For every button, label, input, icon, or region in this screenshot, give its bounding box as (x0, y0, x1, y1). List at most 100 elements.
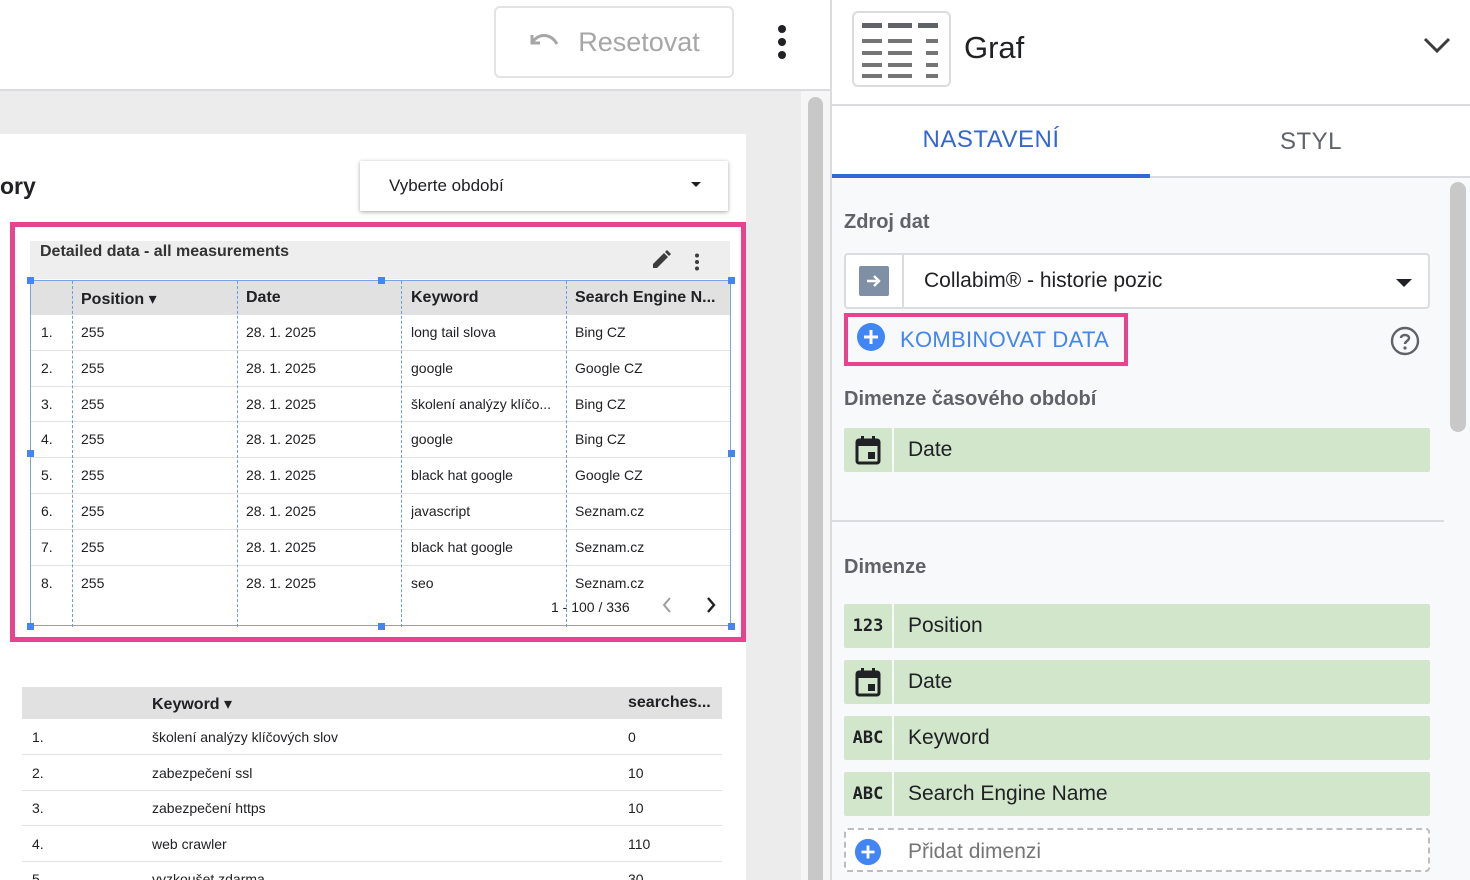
table-row[interactable]: 2. 255 28. 1. 2025 google Google CZ (31, 351, 730, 387)
cell-keyword: black hat google (411, 467, 513, 484)
data-source-select[interactable]: Collabim® - historie pozic (844, 253, 1430, 309)
table-row[interactable]: 2. zabezpečení ssl 10 (22, 755, 722, 791)
dimension-label: Date (908, 670, 953, 693)
cell-keyword: web crawler (152, 835, 227, 852)
table-row[interactable]: 7. 255 28. 1. 2025 black hat google Seznam.c… (31, 530, 730, 566)
cell-keyword: zabezpečení https (152, 800, 266, 817)
column-header-position[interactable]: Position ▾ (81, 289, 157, 309)
row-number: 3. (32, 800, 44, 817)
column-guide (237, 281, 238, 627)
scrollbar-thumb[interactable] (1450, 182, 1466, 432)
row-number: 1. (41, 324, 53, 340)
table-row[interactable]: 6. 255 28. 1. 2025 javascript Seznam.cz (31, 494, 730, 530)
resize-handle[interactable] (728, 623, 735, 630)
sort-desc-icon: ▾ (224, 696, 233, 713)
table-row[interactable]: 4. 255 28. 1. 2025 google Bing CZ (31, 422, 730, 459)
cell-keyword: javascript (411, 503, 471, 519)
row-number: 6. (41, 503, 53, 519)
cell-keyword: zabezpečení ssl (152, 764, 253, 781)
pagination-label: 1 - 100 / 336 (551, 599, 630, 615)
row-number: 1. (32, 729, 44, 745)
dimension-chip-position[interactable]: 123 Position (844, 604, 1430, 648)
table-row[interactable]: 3. zabezpečení https 10 (22, 790, 722, 827)
column-header-date[interactable]: Date (246, 289, 281, 307)
report-title: ory (0, 173, 36, 199)
detailed-data-table[interactable]: Position ▾ Date Keyword Search Engine N.… (30, 280, 731, 627)
scrollbar-thumb[interactable] (808, 97, 823, 880)
cell-engine: Seznam.cz (575, 538, 645, 555)
cell-searches: 10 (628, 800, 644, 817)
widget-more-icon[interactable] (694, 253, 700, 276)
cell-keyword: google (411, 431, 454, 448)
cell-date: 28. 1. 2025 (246, 324, 317, 340)
column-header-keyword[interactable]: Keyword (411, 289, 479, 307)
help-icon[interactable] (1390, 326, 1420, 361)
tab-settings[interactable]: NASTAVENÍ (832, 106, 1150, 178)
table-row[interactable]: 1. školení analýzy klíčových slov 0 (22, 719, 722, 755)
top-toolbar: Resetovat (0, 0, 830, 91)
date-range-dimension-chip[interactable]: Date (844, 428, 1430, 472)
chevron-right-icon[interactable] (705, 596, 717, 619)
add-dimension-button[interactable]: Přidat dimenzi (844, 828, 1430, 872)
keyword-searches-table[interactable]: Keyword ▾ searches... 1. školení analýzy … (22, 687, 722, 880)
cell-date: 28. 1. 2025 (246, 359, 317, 376)
table-row[interactable]: 1. 255 28. 1. 2025 long tail slova Bing CZ (31, 315, 730, 351)
row-number: 4. (41, 431, 53, 448)
table-row[interactable]: 5. 255 28. 1. 2025 black hat google Google C… (31, 458, 730, 494)
more-options-icon[interactable] (766, 20, 798, 64)
table-row[interactable]: 8. 255 28. 1. 2025 seo Seznam.cz (31, 566, 730, 602)
panel-scrollbar[interactable] (1444, 178, 1470, 880)
table-header-row: Keyword ▾ searches... (22, 687, 722, 719)
column-header-searches[interactable]: searches... (628, 694, 711, 712)
cell-keyword: google (411, 359, 454, 376)
cell-position: 255 (81, 431, 105, 448)
calendar-icon (844, 660, 894, 704)
resize-handle[interactable] (378, 277, 385, 284)
resize-handle[interactable] (27, 277, 34, 284)
table-row[interactable]: 4. web crawler 110 (22, 826, 722, 862)
dropdown-caret-icon (1396, 279, 1412, 287)
cell-date: 28. 1. 2025 (246, 395, 317, 412)
table-chart-icon[interactable] (852, 11, 951, 87)
pencil-icon[interactable] (650, 249, 672, 276)
resize-handle[interactable] (27, 450, 34, 457)
table-row[interactable]: 3. 255 28. 1. 2025 školení analýzy klíčo...… (31, 387, 730, 423)
cell-engine: Seznam.cz (575, 503, 645, 519)
dimension-chip-keyword[interactable]: ABC Keyword (844, 716, 1430, 760)
row-number: 2. (32, 764, 44, 781)
cell-engine: Google CZ (575, 359, 643, 376)
data-source-icon (846, 255, 904, 307)
panel-tabs: NASTAVENÍ STYL (832, 106, 1470, 178)
cell-searches: 110 (628, 835, 651, 852)
resize-handle[interactable] (27, 623, 34, 630)
date-range-label: Vyberte období (389, 176, 504, 195)
chevron-left-icon[interactable] (661, 596, 673, 619)
cell-searches: 10 (628, 764, 644, 781)
cell-keyword: long tail slova (411, 324, 496, 340)
dimension-label: Date (908, 438, 953, 461)
canvas-scrollbar[interactable] (801, 91, 830, 880)
cell-keyword: školení analýzy klíčových slov (152, 729, 338, 745)
column-header-keyword[interactable]: Keyword ▾ (152, 694, 232, 714)
cell-date: 28. 1. 2025 (246, 574, 317, 591)
table-row[interactable]: 5. vyzkoušet zdarma 30 (22, 861, 722, 880)
table-widget-header: Detailed data - all measurements (30, 241, 730, 279)
resize-handle[interactable] (728, 277, 735, 284)
dimension-chip-date[interactable]: Date (844, 660, 1430, 704)
cell-date: 28. 1. 2025 (246, 538, 317, 555)
reset-button[interactable]: Resetovat (494, 6, 734, 78)
add-dimension-label: Přidat dimenzi (908, 840, 1042, 863)
cell-engine: Bing CZ (575, 324, 626, 340)
blend-data-button[interactable]: KOMBINOVAT DATA (856, 322, 1109, 358)
chevron-down-icon[interactable] (1422, 36, 1452, 59)
app-window: Resetovat ory Vyberte období Detailed da… (0, 0, 1470, 880)
add-circle-icon (854, 838, 882, 871)
date-range-control[interactable]: Vyberte období (360, 161, 728, 211)
column-header-engine[interactable]: Search Engine N... (575, 289, 725, 307)
resize-handle[interactable] (728, 450, 735, 457)
cell-engine: Google CZ (575, 467, 643, 484)
tab-style[interactable]: STYL (1152, 106, 1470, 178)
dimension-chip-search-engine[interactable]: ABC Search Engine Name (844, 772, 1430, 816)
undo-icon (528, 27, 560, 58)
resize-handle[interactable] (378, 623, 385, 630)
